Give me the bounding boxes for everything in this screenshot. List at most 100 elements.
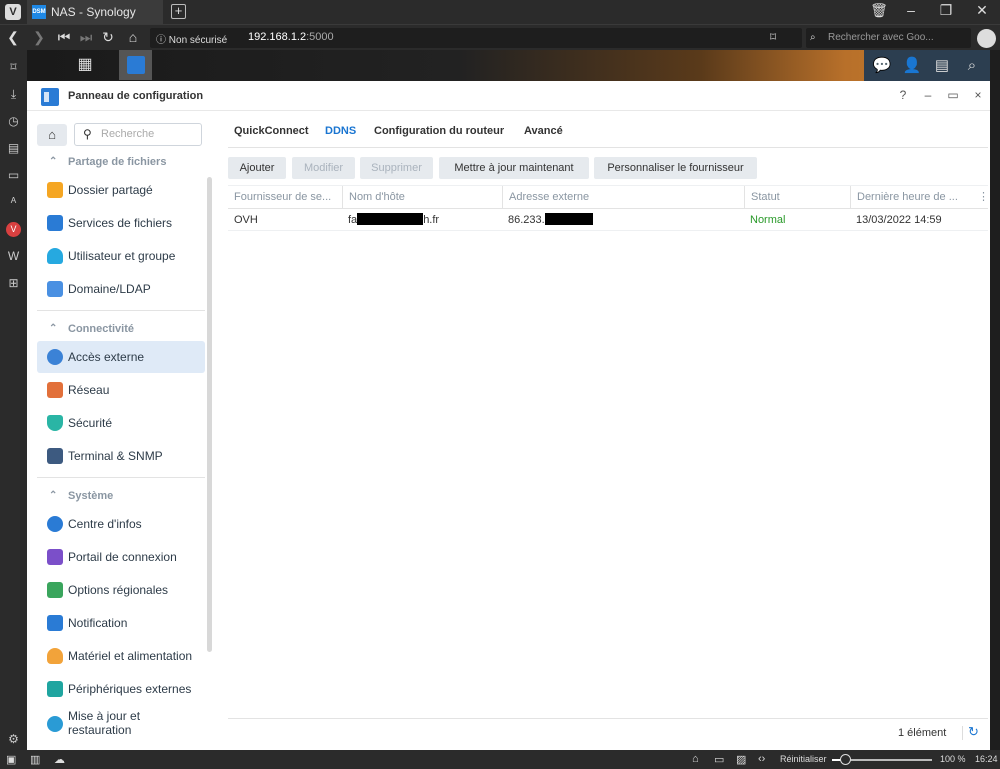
customize-provider-button[interactable]: Personnaliser le fournisseur xyxy=(594,157,757,179)
sidebar-item-info-center[interactable]: Centre d'infos xyxy=(37,508,205,540)
sidebar-item-label: Domaine/LDAP xyxy=(68,282,151,296)
help-button[interactable]: ? xyxy=(895,88,911,102)
reload-icon[interactable]: ↻ xyxy=(99,29,117,46)
downloads-panel-icon[interactable]: ⤓ xyxy=(6,87,21,102)
section-system[interactable]: ⌃ Système xyxy=(27,485,207,507)
lightbulb-icon xyxy=(47,648,63,664)
chevron-up-icon: ⌃ xyxy=(49,156,58,167)
sidebar-item-external-access[interactable]: Accès externe xyxy=(37,341,205,373)
image-icon[interactable]: ▨ xyxy=(736,753,746,766)
zoom-slider-handle[interactable] xyxy=(840,754,851,765)
bookmark-icon[interactable]: ⌑ xyxy=(770,30,776,44)
sidebar-item-regional-options[interactable]: Options régionales xyxy=(37,574,205,606)
column-header-provider[interactable]: Fournisseur de se... xyxy=(228,186,342,209)
forward-icon[interactable]: ❯ xyxy=(30,29,48,46)
code-icon[interactable]: ‹› xyxy=(758,753,765,765)
window-panel-icon[interactable]: ▭ xyxy=(6,168,21,183)
history-panel-icon[interactable]: ◷ xyxy=(6,114,21,129)
notes-panel-icon[interactable]: ▤ xyxy=(6,141,21,156)
notification-icon xyxy=(47,615,63,631)
sidebar-item-shared-folder[interactable]: Dossier partagé xyxy=(37,174,205,206)
chevron-up-icon: ⌃ xyxy=(49,490,58,501)
profile-avatar[interactable] xyxy=(977,29,996,48)
tab-tiling-icon[interactable]: ▥ xyxy=(30,753,40,766)
window-close-button[interactable]: ✕ xyxy=(972,2,992,19)
translate-panel-icon[interactable]: ᴬ xyxy=(6,195,21,210)
rewind-icon[interactable]: ⏮ xyxy=(55,29,73,46)
close-button[interactable]: × xyxy=(970,88,986,102)
reset-zoom-button[interactable]: Réinitialiser xyxy=(780,754,827,764)
add-panel-icon[interactable]: ⊞ xyxy=(6,276,21,291)
table-footer: 1 élément ↻ xyxy=(228,718,988,748)
search-placeholder: Rechercher avec Goo... xyxy=(828,32,934,43)
edit-button[interactable]: Modifier xyxy=(292,157,355,179)
sidebar-item-external-devices[interactable]: Périphériques externes xyxy=(37,673,205,705)
minimize-button[interactable]: – xyxy=(920,88,936,102)
security-label: Non sécurisé xyxy=(168,35,228,46)
redaction-bar xyxy=(544,213,593,225)
tab-quickconnect[interactable]: QuickConnect xyxy=(234,125,309,137)
restore-button[interactable]: ▭ xyxy=(945,88,961,102)
home-button[interactable]: ⌂ xyxy=(37,124,67,146)
sidebar-item-users-groups[interactable]: Utilisateur et groupe xyxy=(37,240,205,272)
bookmarks-panel-icon[interactable]: ⌑ xyxy=(6,60,21,75)
search-icon[interactable]: ⌕ xyxy=(962,56,982,76)
dsm-favicon-icon: DSM xyxy=(32,5,46,19)
sidebar-item-notification[interactable]: Notification xyxy=(37,607,205,639)
main-menu-grid-icon[interactable]: ▦ xyxy=(71,50,99,80)
table-row[interactable]: OVH fa h.fr 86.233. Normal 13/03/2022 14:… xyxy=(228,209,988,231)
column-header-last-update[interactable]: Dernière heure de ... xyxy=(850,186,974,209)
refresh-icon[interactable]: ↻ xyxy=(968,724,979,740)
chat-icon[interactable]: 💬 xyxy=(872,56,892,76)
panel-toggle-icon[interactable]: ▣ xyxy=(6,753,16,766)
sidebar-item-file-services[interactable]: Services de fichiers xyxy=(37,207,205,239)
window-title-bar[interactable]: Panneau de configuration ? – ▭ × xyxy=(27,81,990,111)
new-tab-button[interactable]: + xyxy=(171,4,186,19)
browser-tab[interactable]: DSM NAS - Synology NAS xyxy=(27,0,163,43)
window-maximize-button[interactable]: ❐ xyxy=(936,2,956,19)
column-header-external-address[interactable]: Adresse externe xyxy=(502,186,744,209)
control-panel-taskbar-button[interactable] xyxy=(119,50,152,80)
sidebar-item-label: Accès externe xyxy=(68,350,145,364)
sidebar-item-login-portal[interactable]: Portail de connexion xyxy=(37,541,205,573)
sidebar-item-update-restore[interactable]: Mise à jour et restauration xyxy=(37,706,197,742)
page-scrollbar[interactable] xyxy=(990,50,1000,750)
vivaldi-panel-icon[interactable]: V xyxy=(6,222,21,237)
url-field[interactable]: ⓘ Non sécurisé 192.168.1.2:5000 ⌑ xyxy=(150,28,802,48)
back-icon[interactable]: ❮ xyxy=(4,29,22,46)
update-now-button[interactable]: Mettre à jour maintenant xyxy=(439,157,589,179)
section-connectivity[interactable]: ⌃ Connectivité xyxy=(27,318,207,340)
widgets-icon[interactable]: ▤ xyxy=(932,56,952,76)
fast-forward-icon[interactable]: ⏭ xyxy=(77,29,95,46)
cloud-sync-icon[interactable]: ☁ xyxy=(54,753,65,766)
browser-search-field[interactable]: ⌕ Rechercher avec Goo... xyxy=(806,28,971,48)
section-file-sharing[interactable]: ⌃ Partage de fichiers xyxy=(27,151,207,173)
add-button[interactable]: Ajouter xyxy=(228,157,286,179)
window-minimize-button[interactable]: – xyxy=(901,2,921,18)
wikipedia-panel-icon[interactable]: W xyxy=(6,249,21,264)
trash-icon[interactable]: 🗑 xyxy=(869,2,889,19)
sidebar-item-hardware-power[interactable]: Matériel et alimentation xyxy=(37,640,205,672)
sidebar-item-terminal-snmp[interactable]: Terminal & SNMP xyxy=(37,440,205,472)
column-header-hostname[interactable]: Nom d'hôte xyxy=(342,186,502,209)
sidebar-divider xyxy=(37,477,205,478)
sidebar-search-field[interactable]: ⚲ Recherche xyxy=(74,123,202,146)
sidebar-item-security[interactable]: Sécurité xyxy=(37,407,205,439)
tab-advanced[interactable]: Avancé xyxy=(524,125,563,137)
security-warning[interactable]: ⓘ Non sécurisé xyxy=(156,31,227,46)
browser-menu-icon[interactable]: V xyxy=(5,4,21,20)
sidebar-item-domain-ldap[interactable]: Domaine/LDAP xyxy=(37,273,205,305)
tile-icon[interactable]: ▭ xyxy=(714,753,724,766)
home-icon[interactable]: ⌂ xyxy=(124,29,142,45)
column-options-icon[interactable]: ⋮ xyxy=(978,186,989,209)
tab-router-configuration[interactable]: Configuration du routeur xyxy=(374,125,504,137)
settings-gear-icon[interactable]: ⚙ xyxy=(6,732,21,747)
user-icon[interactable]: 👤 xyxy=(902,56,922,76)
column-header-status[interactable]: Statut xyxy=(744,186,850,209)
cell-status: Normal xyxy=(750,214,786,226)
delete-button[interactable]: Supprimer xyxy=(360,157,433,179)
capture-icon[interactable]: ⌂ xyxy=(692,753,699,765)
sidebar-scrollbar[interactable] xyxy=(207,177,212,652)
sidebar-item-network[interactable]: Réseau xyxy=(37,374,205,406)
tab-ddns[interactable]: DDNS xyxy=(325,125,356,137)
